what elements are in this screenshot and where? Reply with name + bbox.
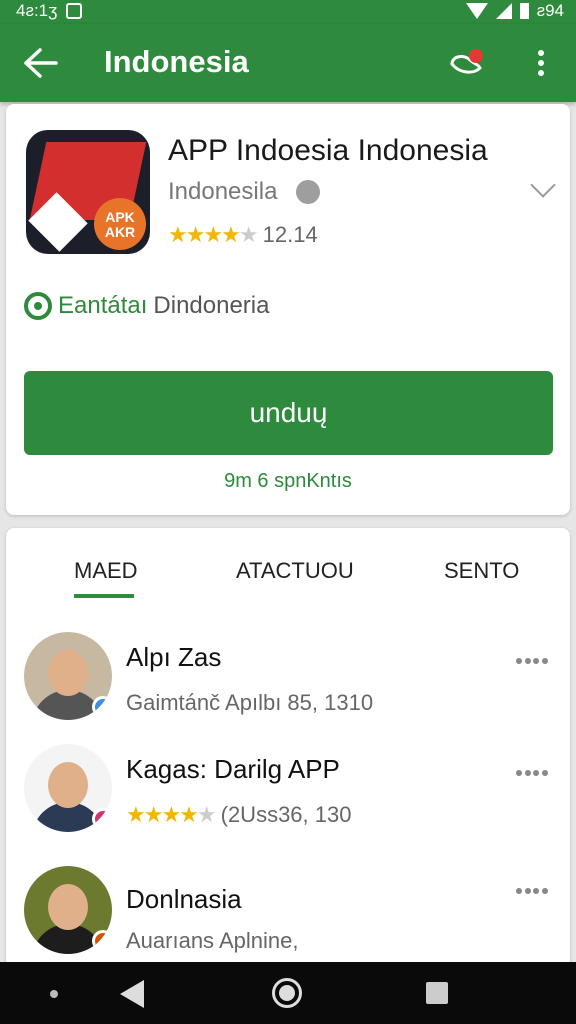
share-map-icon[interactable] bbox=[448, 44, 488, 82]
list-item[interactable]: Donlnasia Auarıans Aplnine, bbox=[6, 866, 570, 966]
tab-sento[interactable]: SENTO bbox=[444, 558, 519, 584]
rating-stars: ★★★★★ bbox=[126, 802, 217, 827]
battery-level: ƨ94 bbox=[536, 1, 564, 20]
rating-value: 12.14 bbox=[262, 222, 318, 247]
nav-dot-icon bbox=[50, 990, 58, 998]
status-time: 4ƨ:1ʒ bbox=[16, 1, 58, 20]
avatar bbox=[24, 632, 112, 720]
rating-stars: ★★★★★ bbox=[168, 222, 259, 247]
list-item-subtitle: Auarıans Aplnine, bbox=[126, 928, 298, 954]
tab-bar: MAED ATACTUOU SENTO bbox=[6, 558, 570, 598]
app-bar: Indonesia bbox=[0, 24, 576, 102]
tab-atactuou[interactable]: ATACTUOU bbox=[236, 558, 354, 584]
more-horiz-icon[interactable] bbox=[516, 888, 548, 898]
list-item-subtitle-text: Gaimtánč Apılbı 85, 1310 bbox=[126, 690, 374, 715]
more-horiz-icon[interactable] bbox=[516, 658, 548, 668]
nav-back-icon[interactable] bbox=[120, 980, 144, 1008]
wifi-icon bbox=[465, 3, 488, 19]
badge-dot bbox=[92, 696, 112, 718]
apk-badge: APK AKR bbox=[94, 198, 146, 250]
tab-maed[interactable]: MAED bbox=[74, 558, 138, 584]
more-vert-icon[interactable] bbox=[526, 46, 556, 80]
system-nav-bar bbox=[0, 962, 576, 1024]
install-subtext: 9m 6 spnKntıs bbox=[224, 470, 352, 492]
app-title: APP Indoesia Indonesia bbox=[168, 134, 488, 167]
avatar bbox=[24, 866, 112, 954]
list-item-title: Alpı Zas bbox=[126, 642, 222, 672]
badge-dot bbox=[92, 930, 112, 952]
page-title: Indonesia bbox=[104, 44, 249, 79]
chevron-down-icon[interactable] bbox=[530, 172, 556, 198]
list-item-subtitle-text: Auarıans Aplnine, bbox=[126, 928, 299, 953]
app-header-card: APK AKR APP Indoesia Indonesia Indonesil… bbox=[6, 104, 570, 515]
more-horiz-icon[interactable] bbox=[516, 770, 548, 780]
list-item-subtitle-text: (2Uss36, 130 bbox=[220, 802, 352, 827]
status-bar: 4ƨ:1ʒ ƨ94 bbox=[0, 0, 576, 24]
list-item-title: Donlnasia bbox=[126, 884, 242, 914]
verified-icon bbox=[296, 180, 320, 204]
nav-home-icon[interactable] bbox=[272, 978, 302, 1008]
editor-badge: Eantátaı Dindoneria bbox=[24, 292, 269, 320]
nav-recents-icon[interactable] bbox=[426, 982, 448, 1004]
list-item[interactable]: Kagas: Darilg APP ★★★★★ (2Uss36, 130 bbox=[6, 744, 570, 844]
notification-icon bbox=[66, 3, 82, 19]
install-button[interactable]: unduų bbox=[24, 371, 553, 455]
badge-label: Eantátaı bbox=[58, 292, 148, 319]
related-card: MAED ATACTUOU SENTO Alpı Zas Gaimtánč Ap… bbox=[6, 528, 570, 968]
list-item[interactable]: Alpı Zas Gaimtánč Apılbı 85, 1310 bbox=[6, 632, 570, 732]
rating-row: ★★★★★ 12.14 bbox=[168, 222, 318, 248]
battery-icon bbox=[519, 3, 529, 19]
app-icon: APK AKR bbox=[26, 130, 150, 254]
badge-dot bbox=[92, 808, 112, 830]
status-indicators: ƨ94 bbox=[465, 1, 564, 21]
developer-name[interactable]: Indonesila bbox=[168, 178, 277, 206]
signal-icon bbox=[495, 3, 512, 19]
list-item-subtitle: Gaimtánč Apılbı 85, 1310 bbox=[126, 690, 373, 716]
target-icon bbox=[24, 292, 52, 320]
avatar bbox=[24, 744, 112, 832]
list-item-subtitle: ★★★★★ (2Uss36, 130 bbox=[126, 802, 351, 828]
arrow-back-icon[interactable] bbox=[22, 46, 62, 80]
badge-category: Dindoneria bbox=[153, 292, 270, 319]
tab-indicator bbox=[74, 594, 134, 598]
list-item-title: Kagas: Darilg APP bbox=[126, 754, 340, 784]
